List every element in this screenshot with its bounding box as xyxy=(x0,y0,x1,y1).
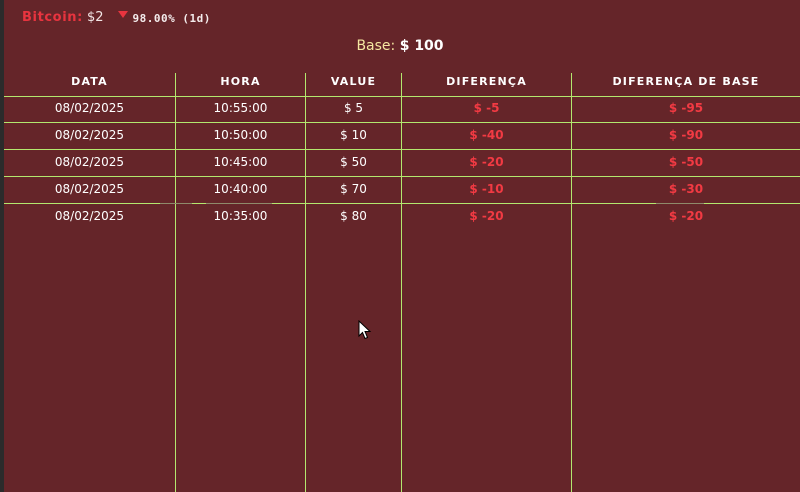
price-change: 98.00% (1d) xyxy=(132,12,211,25)
table-cell-base-difference: $ -95 xyxy=(668,101,704,115)
table-cell-value: $ 70 xyxy=(340,182,367,196)
column-header-data: DATA xyxy=(71,75,108,88)
table-cell-time: 10:40:00 xyxy=(213,182,268,196)
row-divider xyxy=(4,122,800,123)
row-divider xyxy=(4,176,800,177)
table-cell-difference: $ -10 xyxy=(469,182,504,196)
table-cell-value: $ 10 xyxy=(340,128,367,142)
table-cell-difference: $ -20 xyxy=(469,155,504,169)
table-cell-date: 08/02/2025 xyxy=(54,182,125,196)
ticker-bar: Bitcoin: $2 98.00% (1d) xyxy=(22,9,211,26)
table-cell-time: 10:35:00 xyxy=(213,209,268,223)
row-divider-segment xyxy=(656,203,704,204)
table-cell-value: $ 80 xyxy=(340,209,367,223)
row-divider xyxy=(4,149,800,150)
column-header-diferenca: DIFERENÇA xyxy=(446,75,527,88)
ticker-price: $2 xyxy=(86,9,104,25)
column-header-hora: HORA xyxy=(220,75,261,88)
table-cell-time: 10:50:00 xyxy=(213,128,268,142)
window-edge xyxy=(0,0,4,492)
table-cell-base-difference: $ -50 xyxy=(668,155,704,169)
column-header-value: VALUE xyxy=(330,75,377,88)
row-divider-segment xyxy=(160,203,192,204)
table-cell-difference: $ -40 xyxy=(469,128,504,142)
table-cell-time: 10:45:00 xyxy=(213,155,268,169)
mouse-cursor-icon xyxy=(358,320,372,340)
table-cell-value: $ 50 xyxy=(340,155,367,169)
row-divider xyxy=(4,96,800,97)
table-cell-time: 10:55:00 xyxy=(213,101,268,115)
table-cell-base-difference: $ -20 xyxy=(668,209,704,223)
table-cell-difference: $ -20 xyxy=(469,209,504,223)
table-cell-base-difference: $ -90 xyxy=(668,128,704,142)
base-value-line: Base: $ 100 xyxy=(0,38,800,54)
table-cell-date: 08/02/2025 xyxy=(54,155,125,169)
table-cell-base-difference: $ -30 xyxy=(668,182,704,196)
base-label: Base: xyxy=(356,38,396,54)
base-value: $ 100 xyxy=(399,38,444,54)
column-header-diferenca-de-base: DIFERENÇA DE BASE xyxy=(612,75,760,88)
table-cell-date: 08/02/2025 xyxy=(54,128,125,142)
ticker-name: Bitcoin: xyxy=(22,9,83,25)
table-cell-difference: $ -5 xyxy=(473,101,500,115)
row-divider-segment xyxy=(206,203,272,204)
table-cell-value: $ 5 xyxy=(343,101,364,115)
table-cell-date: 08/02/2025 xyxy=(54,101,125,115)
down-arrow-icon xyxy=(118,11,129,18)
table-cell-date: 08/02/2025 xyxy=(54,209,125,223)
